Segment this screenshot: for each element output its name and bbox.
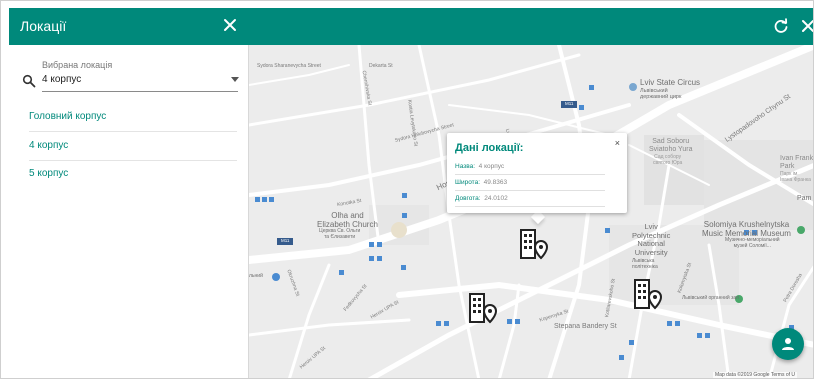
search-icon [22, 74, 36, 88]
popup-row-name: Назва: 4 корпус [455, 163, 504, 170]
select-underline [42, 91, 238, 92]
user-fab-button[interactable] [772, 328, 804, 360]
person-icon [782, 338, 794, 350]
highway-label: M11 [281, 238, 290, 243]
popup-divider [455, 206, 605, 207]
popup-key: Назва: [455, 163, 476, 170]
popup-key: Широта: [455, 179, 481, 186]
place-label-circus: Lviv State Circus [640, 78, 701, 87]
popup-divider [455, 174, 605, 175]
building-pin-icon[interactable] [632, 277, 664, 311]
popup-value: 24.0102 [484, 195, 508, 202]
map-place-area [391, 222, 407, 238]
popup-value: 49.8363 [483, 179, 508, 186]
map-block [704, 140, 813, 230]
popup-key: Довгота: [455, 195, 481, 202]
list-item-main-building[interactable]: Головний корпус [29, 111, 106, 122]
location-info-popup: Дані локації: × Назва: 4 корпус Широта: … [447, 133, 627, 213]
list-divider [29, 160, 237, 161]
popup-value: 4 корпус [478, 163, 505, 170]
location-select[interactable]: 4 корпус [42, 74, 81, 85]
place-label-pam: Pam [797, 195, 812, 202]
place-label-church: Olha and Elizabeth Church [317, 211, 378, 230]
popup-row-longitude: Довгота: 24.0102 [455, 195, 508, 202]
place-label-organ-hall: Львівський органний зал [682, 295, 740, 301]
place-label-shopping: льний [249, 273, 263, 279]
building-pin-icon[interactable] [518, 227, 550, 261]
locations-sidebar: Локації Вибрана локація 4 корпус Головни… [9, 8, 249, 378]
popup-divider [455, 190, 605, 191]
map-place-marker [797, 226, 805, 234]
list-divider [29, 131, 237, 132]
place-label-museum: Solomiya Krushelnytska Music Memorial Mu… [702, 220, 791, 239]
list-item-building-5[interactable]: 5 корпус [29, 168, 68, 179]
place-label-circus-ua: Львівський державний цирк [640, 88, 682, 101]
place-label-park: Ivan Franko Park [780, 155, 814, 171]
sidebar-header: Локації [9, 8, 249, 45]
highway-label: M11 [565, 101, 574, 106]
street-label: Stepana Bandery St [554, 323, 617, 330]
place-label-museum-ua: Музично-меморіальний музей Соломії... [725, 237, 780, 249]
close-icon[interactable] [799, 17, 814, 35]
place-label-polytechnic: Lviv Polytechnic National University [632, 222, 671, 257]
popup-row-latitude: Широта: 49.8363 [455, 179, 507, 186]
street-label: Dekarta St [369, 63, 393, 69]
place-label-sobor-ua: Сад собору святого Юра [653, 154, 683, 166]
map-attribution[interactable]: Map data ©2019 Google Terms of U [713, 372, 798, 378]
map-header [249, 8, 814, 45]
map-place-marker [272, 273, 280, 281]
chevron-down-icon[interactable] [231, 77, 239, 82]
location-select-label: Вибрана локація [42, 60, 113, 70]
list-item-building-4[interactable]: 4 корпус [29, 140, 68, 151]
sidebar-title: Локації [20, 18, 67, 34]
refresh-icon[interactable] [772, 17, 790, 35]
place-label-sobor: Sad Soboru Sviatoho Yura [649, 138, 693, 154]
building-pin-icon[interactable] [467, 291, 499, 325]
popup-title: Дані локації: [455, 142, 524, 154]
app-frame: Локації Вибрана локація 4 корпус Головни… [0, 0, 814, 379]
place-label-church-ua: Церква Св. Ольги та Єлизавети [319, 228, 361, 240]
place-label-polytechnic-ua: Львівська політехніка [632, 258, 658, 270]
map-place-marker [629, 83, 637, 91]
popup-close-button[interactable]: × [615, 138, 620, 148]
close-icon[interactable] [221, 16, 239, 34]
street-label: Sydora Sharanevycha Street [257, 63, 321, 69]
place-label-park-ua: Парк ім. Івана Франка [780, 171, 811, 183]
